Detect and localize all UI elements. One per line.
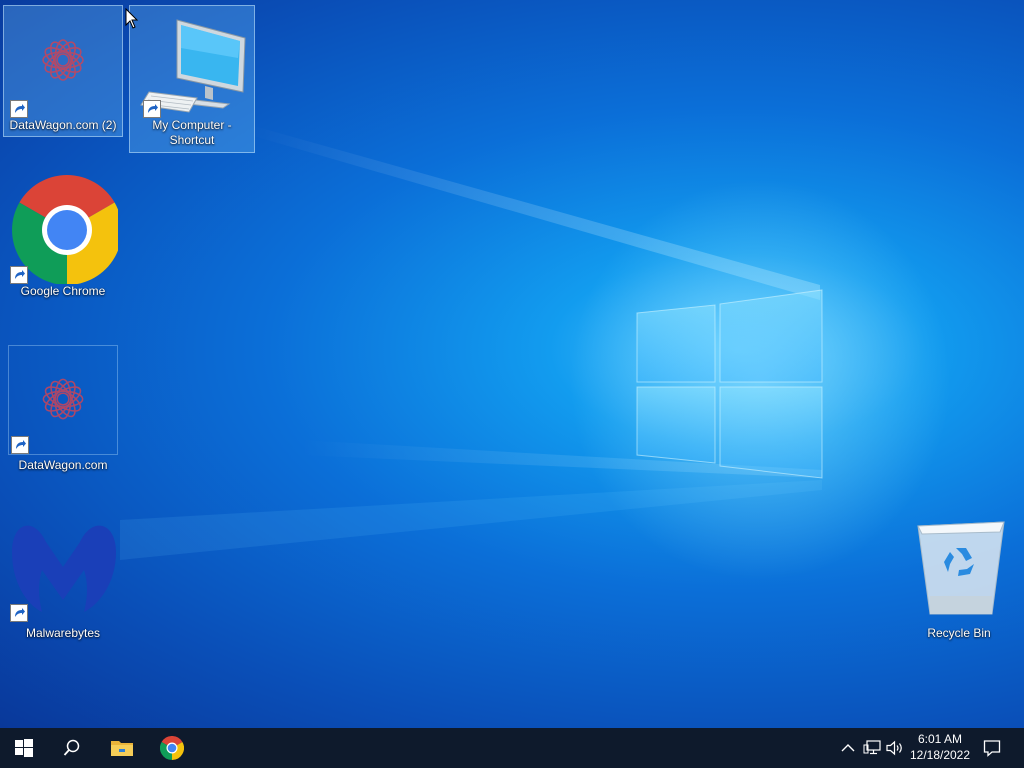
action-center-icon — [983, 740, 1001, 757]
clock-time: 6:01 AM — [917, 732, 963, 746]
taskbar: 6:01 AM 12/18/2022 — [0, 728, 1024, 768]
desktop-icon-datawagon-2[interactable]: DataWagon.com (2) — [3, 5, 123, 137]
desktop-icon-label: Google Chrome — [20, 284, 106, 298]
shortcut-arrow-icon — [143, 100, 161, 118]
malwarebytes-icon — [8, 512, 118, 622]
desktop-icon-label: My Computer - Shortcut — [152, 118, 232, 147]
volume-button[interactable] — [885, 738, 905, 758]
network-button[interactable] — [862, 738, 882, 758]
desktop-icon-label: DataWagon.com (2) — [9, 118, 117, 132]
desktop-icon-datawagon[interactable]: DataWagon.com — [4, 344, 122, 478]
network-icon — [863, 740, 881, 755]
chrome-icon — [8, 174, 122, 285]
clock-button[interactable]: 6:01 AM 12/18/2022 — [904, 731, 976, 763]
computer-icon — [137, 8, 247, 118]
shortcut-arrow-icon — [11, 436, 29, 454]
volume-icon — [886, 740, 902, 756]
desktop[interactable]: DataWagon.com (2) My Computer - Shortcut… — [0, 0, 1024, 728]
desktop-icon-label: DataWagon.com — [18, 458, 108, 472]
clock-date: 12/18/2022 — [909, 748, 971, 762]
desktop-icon-malwarebytes[interactable]: Malwarebytes — [4, 512, 122, 646]
shortcut-arrow-icon — [10, 100, 28, 118]
desktop-icon-label: Malwarebytes — [25, 626, 101, 640]
datawagon-icon — [8, 345, 118, 455]
shortcut-arrow-icon — [10, 266, 28, 284]
desktop-icon-google-chrome[interactable]: Google Chrome — [4, 174, 122, 308]
mouse-cursor-icon — [125, 8, 139, 29]
recycle-bin-icon — [904, 512, 1014, 622]
datawagon-icon — [8, 8, 118, 118]
desktop-icon-label: Recycle Bin — [927, 626, 991, 640]
desktop-icon-my-computer[interactable]: My Computer - Shortcut — [129, 5, 255, 153]
system-tray: 6:01 AM 12/18/2022 — [0, 728, 1024, 768]
action-center-button[interactable] — [982, 738, 1002, 758]
desktop-icon-recycle-bin[interactable]: Recycle Bin — [900, 512, 1018, 646]
show-hidden-icons-button[interactable] — [838, 738, 858, 758]
shortcut-arrow-icon — [10, 604, 28, 622]
chevron-up-icon — [841, 744, 855, 752]
